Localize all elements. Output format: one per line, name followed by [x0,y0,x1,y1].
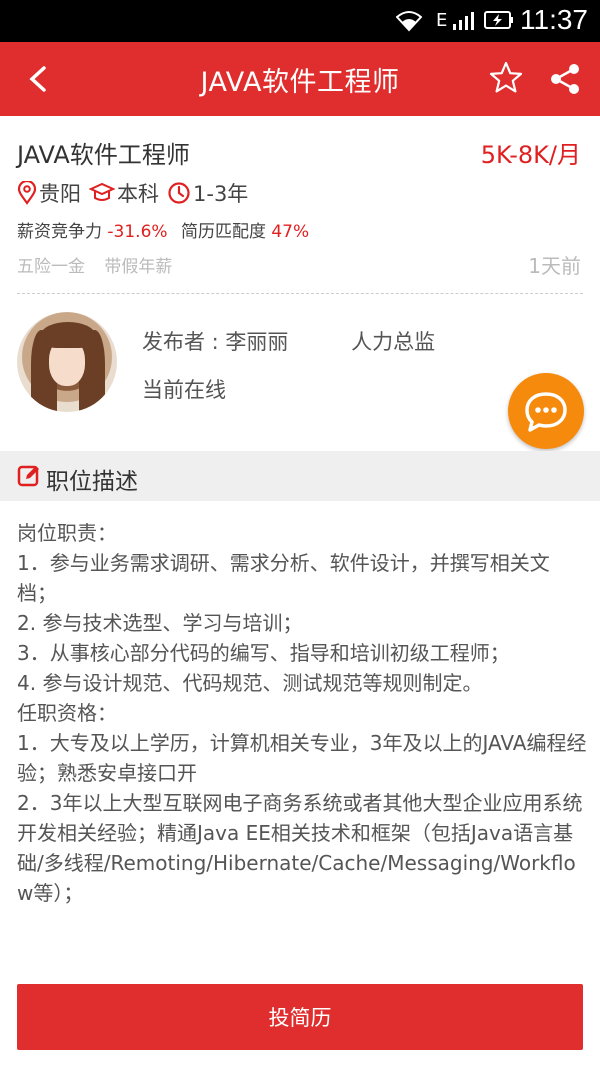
status-time: 11:37 [520,4,588,35]
job-salary: 5K-8K/月 [480,141,581,169]
section-header: 职位描述 [0,451,600,501]
section-title: 职位描述 [46,469,138,495]
wifi-icon [396,11,422,32]
resume-match-value: 47% [271,222,310,242]
share-icon[interactable] [548,62,582,96]
chat-button[interactable] [508,373,584,449]
experience-text: 1-3年 [193,182,249,206]
benefit-tag: 带假年薪 [104,257,173,277]
apply-button[interactable]: 投简历 [17,984,583,1050]
description-line: 任职资格： [17,701,117,725]
benefit-tag: 五险一金 [17,257,85,277]
star-icon[interactable] [488,60,524,96]
salary-competitiveness-label: 薪资竞争力 [17,222,102,242]
clock-icon [168,182,190,204]
job-stats: 薪资竞争力 -31.6% 简历匹配度 47% [17,217,309,242]
edit-icon [17,465,39,487]
description-line: 2. 参与技术选型、学习与培训； [17,611,303,635]
job-description: 岗位职责： 1．参与业务需求调研、需求分析、软件设计，并撰写相关文档； 2. 参… [17,518,587,908]
poster-role: 人力总监 [351,330,436,354]
signal-icon [453,12,474,30]
online-status: 当前在线 [142,378,226,402]
job-meta: 贵阳 本科 1-3年 [17,178,256,208]
description-line: 岗位职责： [17,521,117,545]
divider [17,293,583,294]
network-type: E [436,10,448,31]
description-line: 2．3年以上大型互联网电子商务系统或者其他大型企业应用系统开发相关经验；精通Ja… [17,791,583,905]
education-text: 本科 [117,182,159,206]
app-bar: JAVA软件工程师 [0,42,600,116]
description-line: 3．从事核心部分代码的编写、指导和培训初级工程师； [17,641,510,665]
resume-match-label: 简历匹配度 [180,222,266,242]
poster-info: 发布者 : 李丽丽 人力总监 [142,326,435,356]
poster-name: 发布者 : 李丽丽 [142,330,289,354]
education-item: 本科 [89,178,159,208]
job-title: JAVA软件工程师 [17,141,190,169]
description-line: 4. 参与设计规范、代码规范、测试规范等规则制定。 [17,671,483,695]
graduation-cap-icon [89,182,115,201]
location-pin-icon [17,181,37,205]
description-line: 1．大专及以上学历，计算机相关专业，3年及以上的JAVA编程经验；熟悉安卓接口开 [17,731,587,785]
posted-time: 1天前 [528,254,581,278]
experience-item: 1-3年 [167,178,248,208]
avatar[interactable] [17,312,117,412]
description-line: 1．参与业务需求调研、需求分析、软件设计，并撰写相关文档； [17,551,550,605]
benefits-tags: 五险一金 带假年薪 [17,252,186,277]
location-text: 贵阳 [39,182,81,206]
battery-icon [484,11,513,29]
salary-competitiveness-value: -31.6% [107,222,168,242]
status-bar: E 11:37 [0,0,600,42]
location-item: 贵阳 [17,178,81,208]
chat-bubble-icon [525,392,567,432]
